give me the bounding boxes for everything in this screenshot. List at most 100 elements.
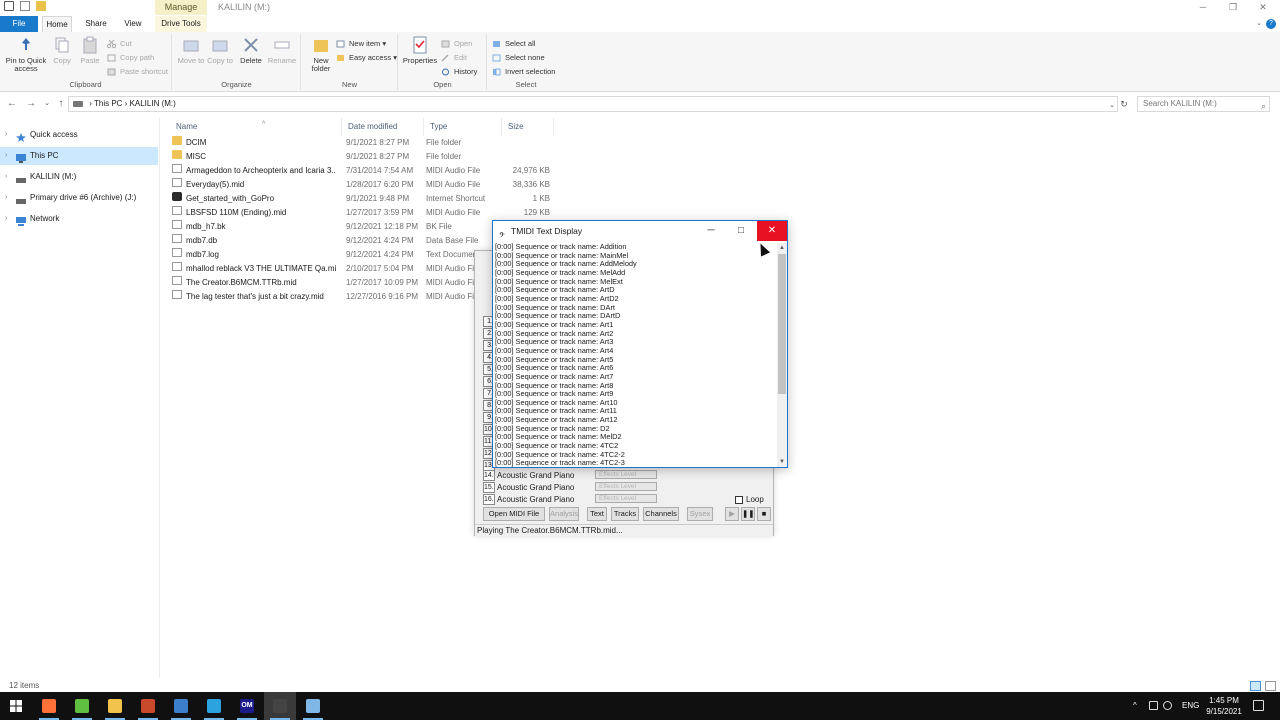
tab-share[interactable]: Share [78, 16, 114, 32]
text-button[interactable]: Text [587, 507, 607, 521]
scroll-thumb[interactable] [778, 254, 786, 394]
file-row[interactable]: MISC 9/1/2021 8:27 PM File folder [170, 150, 560, 164]
column-header-date[interactable]: Date modified [342, 118, 424, 136]
details-view-icon[interactable] [1250, 681, 1261, 691]
tab-drive-tools[interactable]: Drive Tools [155, 16, 207, 32]
stop-icon[interactable]: ■ [757, 507, 771, 521]
expand-icon[interactable]: › [5, 189, 7, 207]
tracks-button[interactable]: Tracks [611, 507, 639, 521]
sysex-button[interactable]: Sysex [687, 507, 713, 521]
copy-to-button[interactable]: Copy to [206, 36, 234, 65]
nav-item-quick-access[interactable]: › Quick access [0, 126, 158, 144]
address-bar[interactable]: › This PC › KALILIN (M:) ⌄ [68, 96, 1118, 112]
taskbar-app[interactable] [99, 692, 131, 720]
minimize-button[interactable]: ─ [696, 221, 726, 241]
delete-button[interactable]: Delete [237, 36, 265, 65]
volume-icon[interactable] [1163, 701, 1172, 710]
clock[interactable]: 1:45 PM 9/15/2021 [1204, 695, 1244, 717]
forward-arrow-icon[interactable]: → [24, 97, 38, 111]
language-indicator[interactable]: ENG [1182, 701, 1199, 710]
file-row[interactable]: LBSFSD 110M (Ending).mid 1/27/2017 3:59 P… [170, 206, 560, 220]
chevron-down-icon[interactable]: ⌄ [1256, 19, 1262, 27]
play-icon[interactable]: ▶ [725, 507, 739, 521]
expand-icon[interactable]: › [5, 210, 7, 228]
open-midi-file-button[interactable]: Open MIDI File [483, 507, 545, 521]
help-icon[interactable]: ? [1266, 19, 1276, 29]
effects-level-slider[interactable]: Effects Level [595, 494, 657, 503]
copy-path-button[interactable]: Copy path [107, 52, 154, 64]
network-icon[interactable] [1149, 701, 1158, 710]
move-to-button[interactable]: Move to [177, 36, 205, 65]
taskbar-app[interactable]: OM [231, 692, 263, 720]
cut-button[interactable]: Cut [106, 38, 132, 50]
breadcrumb-drive[interactable]: KALILIN (M:) [130, 99, 176, 108]
invert-selection-button[interactable]: Invert selection [492, 66, 555, 78]
maximize-button[interactable]: ❐ [1218, 0, 1248, 16]
customize-toolbar-icon[interactable] [52, 1, 58, 11]
column-header-size[interactable]: Size [502, 118, 554, 136]
nav-item-network[interactable]: › Network [0, 210, 158, 228]
new-folder-button[interactable]: New folder [306, 36, 336, 73]
column-header-type[interactable]: Type [424, 118, 502, 136]
tab-file[interactable]: File [0, 16, 38, 32]
notification-icon[interactable] [1253, 700, 1264, 711]
tab-view[interactable]: View [118, 16, 148, 32]
minimize-button[interactable]: ─ [1188, 0, 1218, 16]
pause-icon[interactable]: ❚❚ [741, 507, 755, 521]
file-row[interactable]: Armageddon to Archeopterix and Icaria 3.… [170, 164, 560, 178]
column-header-name[interactable]: Name ^ [170, 118, 342, 136]
effects-level-slider[interactable]: Effects Level [595, 470, 657, 479]
taskbar-app[interactable] [66, 692, 98, 720]
recent-locations-icon[interactable]: ⌄ [40, 97, 54, 111]
nav-item-archive-drive[interactable]: › Primary drive #6 (Archive) (J:) [0, 189, 158, 207]
rename-button[interactable]: Rename [267, 36, 297, 65]
file-row[interactable]: Get_started_with_GoPro 9/1/2021 9:48 PM In… [170, 192, 560, 206]
effects-level-slider[interactable]: Effects Level [595, 482, 657, 491]
copy-button[interactable]: Copy [50, 36, 74, 65]
history-button[interactable]: History [441, 66, 477, 78]
start-button[interactable] [0, 692, 32, 720]
taskbar-app[interactable] [33, 692, 65, 720]
expand-icon[interactable]: › [5, 168, 7, 186]
manage-context-tab[interactable]: Manage [155, 0, 207, 15]
taskbar-app[interactable] [297, 692, 329, 720]
text-log[interactable]: [0:00] Sequence or track name: Addition[… [495, 243, 777, 467]
taskbar-app[interactable] [132, 692, 164, 720]
new-item-button[interactable]: New item ▾ [336, 38, 386, 50]
close-button[interactable]: ✕ [757, 221, 787, 241]
channel-row[interactable]: 14. Acoustic Grand Piano Effects Level [483, 470, 673, 481]
expand-icon[interactable]: › [5, 147, 7, 165]
taskbar-app[interactable] [165, 692, 197, 720]
channel-row[interactable]: 16. Acoustic Grand Piano Effects Level [483, 494, 673, 505]
channel-row[interactable]: 15. Acoustic Grand Piano Effects Level [483, 482, 673, 493]
breadcrumb-this-pc[interactable]: This PC [94, 99, 122, 108]
tab-home[interactable]: Home [42, 16, 72, 32]
paste-button[interactable]: Paste [78, 36, 102, 65]
properties-icon[interactable] [20, 1, 30, 11]
loop-checkbox[interactable]: Loop [735, 495, 764, 504]
edit-button[interactable]: Edit [441, 52, 467, 64]
taskbar-app[interactable] [264, 692, 296, 720]
chevron-down-icon[interactable]: ⌄ [1109, 99, 1115, 113]
open-button[interactable]: Open [441, 38, 472, 50]
paste-shortcut-button[interactable]: Paste shortcut [107, 66, 168, 78]
refresh-icon[interactable]: ↻ [1118, 98, 1130, 110]
nav-item-this-pc[interactable]: › This PC [0, 147, 158, 165]
back-arrow-icon[interactable]: ← [5, 97, 19, 111]
app-menu-icon[interactable] [4, 1, 14, 11]
analysis-button[interactable]: Analysis [549, 507, 579, 521]
large-icons-view-icon[interactable] [1265, 681, 1276, 691]
nav-item-kalilin-drive[interactable]: › KALILIN (M:) [0, 168, 158, 186]
channels-button[interactable]: Channels [643, 507, 679, 521]
scroll-down-icon[interactable]: ▼ [778, 458, 786, 466]
pin-to-quick-access-button[interactable]: Pin to Quick access [4, 36, 48, 73]
easy-access-button[interactable]: Easy access ▾ [336, 52, 397, 64]
expand-icon[interactable]: › [5, 126, 7, 144]
close-button[interactable]: ✕ [1248, 0, 1278, 16]
select-none-button[interactable]: Select none [492, 52, 545, 64]
vertical-scrollbar[interactable]: ▲ ▼ [777, 243, 787, 467]
scroll-up-icon[interactable]: ▲ [778, 244, 786, 252]
new-folder-icon[interactable] [36, 1, 46, 11]
file-row[interactable]: DCIM 9/1/2021 8:27 PM File folder [170, 136, 560, 150]
taskbar-app[interactable] [198, 692, 230, 720]
